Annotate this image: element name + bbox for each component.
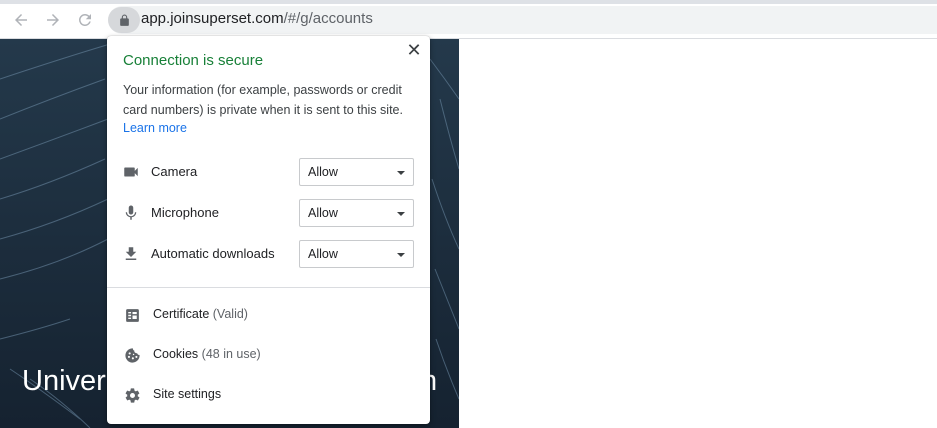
permission-label: Microphone xyxy=(151,205,219,220)
certificate-status: (Valid) xyxy=(212,307,248,321)
reload-icon xyxy=(78,13,91,26)
camera-icon xyxy=(122,163,140,181)
site-info-button[interactable] xyxy=(108,7,140,33)
microphone-icon xyxy=(122,204,140,222)
chevron-down-icon xyxy=(397,171,405,175)
connection-description: Your information (for example, passwords… xyxy=(123,83,403,117)
learn-more-link[interactable]: Learn more xyxy=(123,121,187,135)
certificate-text: Certificate xyxy=(153,307,210,321)
forward-arrow-icon xyxy=(47,14,59,26)
permission-label: Camera xyxy=(151,164,198,179)
section-divider xyxy=(107,287,430,288)
cookie-icon xyxy=(123,346,141,364)
certificate-label: Certificate (Valid) xyxy=(153,307,248,321)
site-settings-label: Site settings xyxy=(153,387,222,401)
back-arrow-icon xyxy=(15,14,27,26)
cookies-row[interactable]: Cookies (48 in use) xyxy=(107,335,430,375)
select-value: Allow xyxy=(308,206,338,220)
permission-row-automatic-downloads: Automatic downloads Allow xyxy=(107,240,430,268)
downloads-permission-select[interactable]: Allow xyxy=(299,240,414,268)
url-text[interactable]: app.joinsuperset.com/#/g/accounts xyxy=(141,10,373,27)
gear-icon xyxy=(123,386,141,404)
back-button[interactable] xyxy=(11,10,31,30)
cookies-text: Cookies xyxy=(153,347,199,361)
browser-toolbar: app.joinsuperset.com/#/g/accounts xyxy=(0,0,937,39)
close-button[interactable]: ✕ xyxy=(406,41,422,59)
microphone-permission-select[interactable]: Allow xyxy=(299,199,414,227)
certificate-row[interactable]: Certificate (Valid) xyxy=(107,295,430,335)
lock-icon xyxy=(119,14,129,26)
camera-permission-select[interactable]: Allow xyxy=(299,158,414,186)
forward-button[interactable] xyxy=(43,10,63,30)
select-value: Allow xyxy=(308,165,338,179)
permission-label: Automatic downloads xyxy=(151,246,275,261)
reload-button[interactable] xyxy=(75,10,95,30)
tab-strip-edge xyxy=(0,0,937,4)
url-host: app.joinsuperset.com xyxy=(141,10,284,27)
cookies-label: Cookies (48 in use) xyxy=(153,347,261,361)
download-icon xyxy=(122,245,140,263)
permission-row-camera: Camera Allow xyxy=(107,158,430,186)
select-value: Allow xyxy=(308,247,338,261)
connection-status-title: Connection is secure xyxy=(123,52,264,69)
hero-heading-start: Univer xyxy=(22,365,106,397)
url-path: /#/g/accounts xyxy=(283,10,373,27)
chevron-down-icon xyxy=(397,253,405,257)
site-info-popup: ✕ Connection is secure Your information … xyxy=(107,36,430,424)
chevron-down-icon xyxy=(397,212,405,216)
cookies-count: (48 in use) xyxy=(201,347,261,361)
site-settings-row[interactable]: Site settings xyxy=(107,375,430,415)
certificate-icon xyxy=(123,306,141,324)
permission-row-microphone: Microphone Allow xyxy=(107,199,430,227)
